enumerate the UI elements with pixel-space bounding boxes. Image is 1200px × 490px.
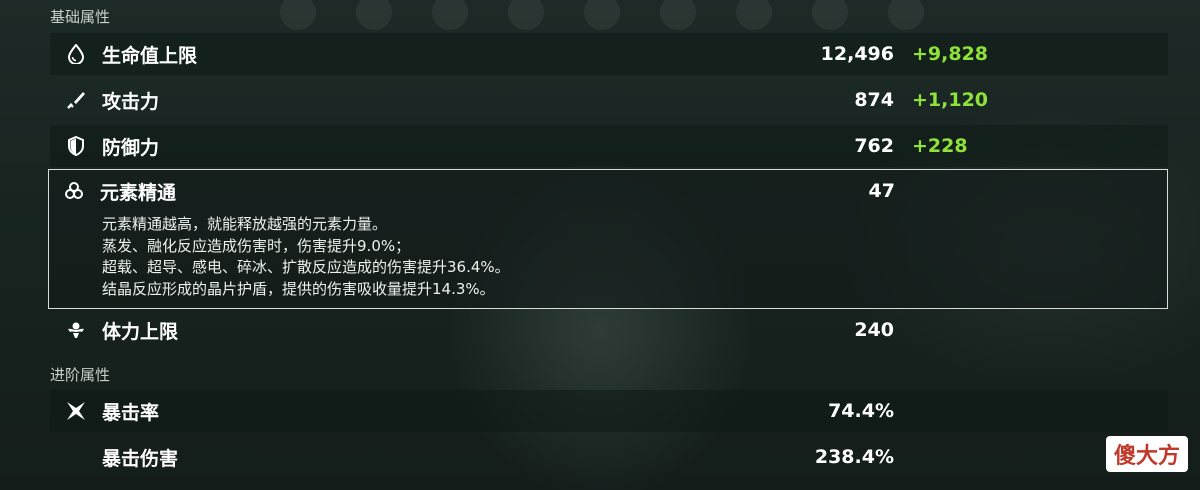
- stat-row-def[interactable]: 防御力 762 +228: [50, 125, 1168, 167]
- stat-base-value: 874: [854, 89, 894, 111]
- stat-bonus-value: +1,120: [912, 89, 989, 111]
- character-portrait-strip: [280, 0, 924, 30]
- stat-row-crit-rate[interactable]: 暴击率 74.4%: [50, 390, 1168, 432]
- shield-icon: [66, 136, 86, 156]
- stat-base-value: 240: [854, 319, 894, 341]
- watermark-logo: 傻大方: [1105, 436, 1188, 472]
- stat-base-value: 47: [868, 180, 895, 202]
- portrait: [356, 0, 392, 30]
- stat-description: 元素精通越高，就能释放越强的元素力量。 蒸发、融化反应造成伤害时，伤害提升9.0…: [102, 214, 1167, 300]
- droplet-icon: [66, 44, 86, 64]
- portrait: [508, 0, 544, 30]
- description-line: 超载、超导、感电、碎冰、扩散反应造成的伤害提升36.4%。: [102, 258, 510, 276]
- stat-row-hp[interactable]: 生命值上限 12,496 +9,828: [50, 33, 1168, 75]
- portrait: [280, 0, 316, 30]
- description-line: 结晶反应形成的晶片护盾，提供的伤害吸收量提升14.3%。: [102, 279, 495, 298]
- section-title-advanced: 进阶属性: [50, 366, 111, 384]
- description-line: 蒸发、融化反应造成伤害时，伤害提升9.0%；: [102, 236, 411, 255]
- portrait: [888, 0, 924, 30]
- description-line: 元素精通越高，就能释放越强的元素力量。: [102, 215, 388, 233]
- stat-label: 暴击率: [102, 401, 160, 424]
- portrait: [812, 0, 848, 30]
- elemental-mastery-icon: [64, 181, 84, 201]
- crit-star-icon: [66, 401, 86, 421]
- stat-base-value: 238.4%: [814, 446, 894, 468]
- section-title-basic: 基础属性: [50, 8, 111, 26]
- stat-label: 体力上限: [102, 320, 179, 343]
- stat-row-elemental-mastery-expanded[interactable]: 元素精通 47 元素精通越高，就能释放越强的元素力量。 蒸发、融化反应造成伤害时…: [48, 169, 1168, 309]
- stat-row-crit-dmg[interactable]: 暴击伤害 238.4%: [50, 436, 1168, 478]
- blank-icon-slot: [66, 447, 86, 467]
- portrait: [432, 0, 468, 30]
- stamina-icon: [66, 320, 86, 340]
- portrait: [660, 0, 696, 30]
- stat-bonus-value: +9,828: [912, 43, 989, 65]
- stat-base-value: 762: [854, 135, 894, 157]
- stat-label: 生命值上限: [102, 44, 198, 67]
- stat-label: 攻击力: [102, 90, 160, 113]
- sword-icon: [66, 90, 86, 110]
- portrait: [584, 0, 620, 30]
- portrait: [736, 0, 772, 30]
- stat-bonus-value: +228: [912, 135, 968, 157]
- stat-label: 暴击伤害: [102, 447, 179, 470]
- stat-row-stamina[interactable]: 体力上限 240: [50, 309, 1168, 351]
- stat-row-atk[interactable]: 攻击力 874 +1,120: [50, 79, 1168, 121]
- stat-base-value: 12,496: [820, 43, 894, 65]
- stat-label: 防御力: [102, 136, 160, 159]
- stat-base-value: 74.4%: [828, 400, 894, 422]
- stat-label: 元素精通: [100, 181, 177, 204]
